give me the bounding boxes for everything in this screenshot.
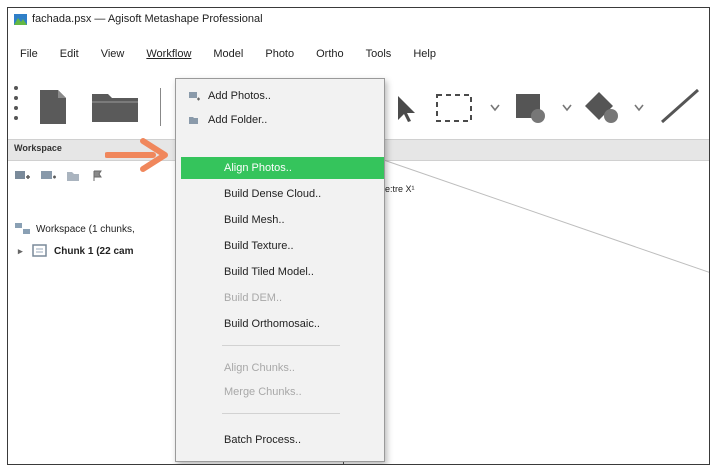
- rectangle-selection-icon[interactable]: [435, 92, 479, 124]
- menu-item-label: Build Tiled Model..: [224, 266, 314, 278]
- add-folder-icon: [189, 117, 198, 124]
- menu-item-align-photos[interactable]: Align Photos..: [181, 157, 384, 179]
- move-dropdown-icon[interactable]: [562, 104, 572, 112]
- add-photos-icon: [189, 92, 200, 101]
- menu-item-label: Build DEM..: [224, 292, 283, 304]
- menu-item-label: Build Texture..: [224, 240, 294, 252]
- expand-chevron-icon[interactable]: ▸: [18, 246, 28, 257]
- app-window: fachada.psx — Agisoft Metashape Professi…: [7, 7, 710, 465]
- menu-item-label: Build Orthomosaic..: [224, 318, 320, 330]
- move-object-icon[interactable]: [514, 90, 550, 126]
- menu-item-label: Add Photos..: [208, 90, 271, 102]
- window-title: fachada.psx — Agisoft Metashape Professi…: [32, 13, 263, 25]
- ruler-tool-icon[interactable]: [658, 88, 710, 124]
- toolbar-grip-icon[interactable]: [14, 86, 19, 128]
- annotation-arrow-icon: [105, 138, 168, 172]
- menu-separator: [222, 413, 340, 414]
- menu-item-build-orthomosaic[interactable]: Build Orthomosaic..: [176, 313, 384, 335]
- chunk-icon: [32, 244, 47, 257]
- menu-edit[interactable]: Edit: [60, 48, 79, 60]
- workflow-menu: Add Photos.. Add Folder.. Align Photos..…: [175, 78, 385, 462]
- add-marker-tool-icon[interactable]: [92, 169, 104, 186]
- workspace-root-label: Workspace (1 chunks,: [36, 223, 135, 235]
- menu-item-label: Build Dense Cloud..: [224, 188, 322, 200]
- menu-item-label: Batch Process..: [224, 434, 302, 446]
- menu-item-build-mesh[interactable]: Build Mesh..: [176, 209, 384, 231]
- menu-separator: [222, 345, 340, 346]
- chunk-label: Chunk 1 (22 cam: [54, 245, 134, 257]
- app-icon: [14, 13, 27, 25]
- menu-bar: File Edit View Workflow Model Photo Orth…: [8, 44, 458, 64]
- menu-help[interactable]: Help: [413, 48, 436, 60]
- workspace-icon: [15, 223, 30, 234]
- menu-item-label: Merge Chunks..: [224, 386, 302, 398]
- menu-item-add-photos[interactable]: Add Photos..: [176, 85, 384, 107]
- add-photos-tool-icon[interactable]: [40, 169, 56, 186]
- add-chunk-icon[interactable]: [14, 169, 30, 186]
- menu-photo[interactable]: Photo: [265, 48, 294, 60]
- tree-row-workspace[interactable]: Workspace (1 chunks,: [14, 218, 135, 240]
- menu-item-label: Build Mesh..: [224, 214, 285, 226]
- toolbar-separator: [160, 88, 161, 126]
- open-folder-icon[interactable]: [90, 90, 140, 124]
- workspace-tree: Workspace (1 chunks, ▸ Chunk 1 (22 cam: [14, 218, 135, 262]
- select-cursor-icon[interactable]: [394, 94, 416, 124]
- tree-row-chunk[interactable]: ▸ Chunk 1 (22 cam: [18, 240, 135, 262]
- menu-item-label: Add Folder..: [208, 114, 268, 126]
- menu-item-add-folder[interactable]: Add Folder..: [176, 109, 384, 131]
- resize-region-icon[interactable]: [583, 90, 623, 126]
- menu-workflow[interactable]: Workflow: [146, 48, 191, 60]
- menu-item-align-chunks: Align Chunks..: [176, 357, 384, 379]
- menu-item-label: Align Chunks..: [224, 362, 295, 374]
- menu-tools[interactable]: Tools: [366, 48, 392, 60]
- workspace-tools: [8, 166, 114, 188]
- title-bar: fachada.psx — Agisoft Metashape Professi…: [8, 8, 709, 30]
- workspace-panel-title: Workspace: [14, 143, 62, 153]
- menu-view[interactable]: View: [101, 48, 125, 60]
- menu-item-build-dense-cloud[interactable]: Build Dense Cloud..: [176, 183, 384, 205]
- region-dropdown-icon[interactable]: [634, 104, 644, 112]
- menu-item-build-dem: Build DEM..: [176, 287, 384, 309]
- menu-item-build-tiled-model[interactable]: Build Tiled Model..: [176, 261, 384, 283]
- menu-item-build-texture[interactable]: Build Texture..: [176, 235, 384, 257]
- add-folder-tool-icon[interactable]: [66, 169, 82, 186]
- menu-item-merge-chunks: Merge Chunks..: [176, 381, 384, 403]
- menu-ortho[interactable]: Ortho: [316, 48, 344, 60]
- menu-model[interactable]: Model: [213, 48, 243, 60]
- model-view-perspective-line: [378, 158, 709, 273]
- selection-dropdown-icon[interactable]: [490, 104, 500, 112]
- menu-item-batch-process[interactable]: Batch Process..: [176, 429, 384, 451]
- menu-item-label: Align Photos..: [224, 162, 292, 174]
- new-document-icon[interactable]: [38, 88, 68, 126]
- menu-file[interactable]: File: [20, 48, 38, 60]
